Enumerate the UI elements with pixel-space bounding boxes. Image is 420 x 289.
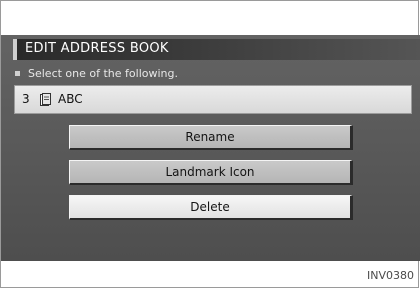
instruction-text: Select one of the following. bbox=[15, 67, 178, 80]
screen-title: EDIT ADDRESS BOOK bbox=[25, 41, 169, 56]
nav-display-screen: EDIT ADDRESS BOOK Select one of the foll… bbox=[1, 35, 420, 261]
entry-name: ABC bbox=[58, 92, 83, 106]
rename-button[interactable]: Rename bbox=[69, 125, 353, 150]
screen-title-bar: EDIT ADDRESS BOOK bbox=[13, 39, 420, 60]
figure-frame: EDIT ADDRESS BOOK Select one of the foll… bbox=[0, 0, 420, 288]
delete-button[interactable]: Delete bbox=[69, 195, 353, 220]
instruction-label: Select one of the following. bbox=[28, 67, 178, 80]
bullet-icon bbox=[15, 70, 20, 76]
landmark-icon bbox=[40, 93, 51, 106]
entry-number: 3 bbox=[22, 92, 30, 106]
address-book-entry: 3 ABC bbox=[14, 85, 412, 114]
landmark-icon-button[interactable]: Landmark Icon bbox=[69, 160, 353, 185]
figure-reference-code: INV0380 bbox=[367, 269, 414, 282]
